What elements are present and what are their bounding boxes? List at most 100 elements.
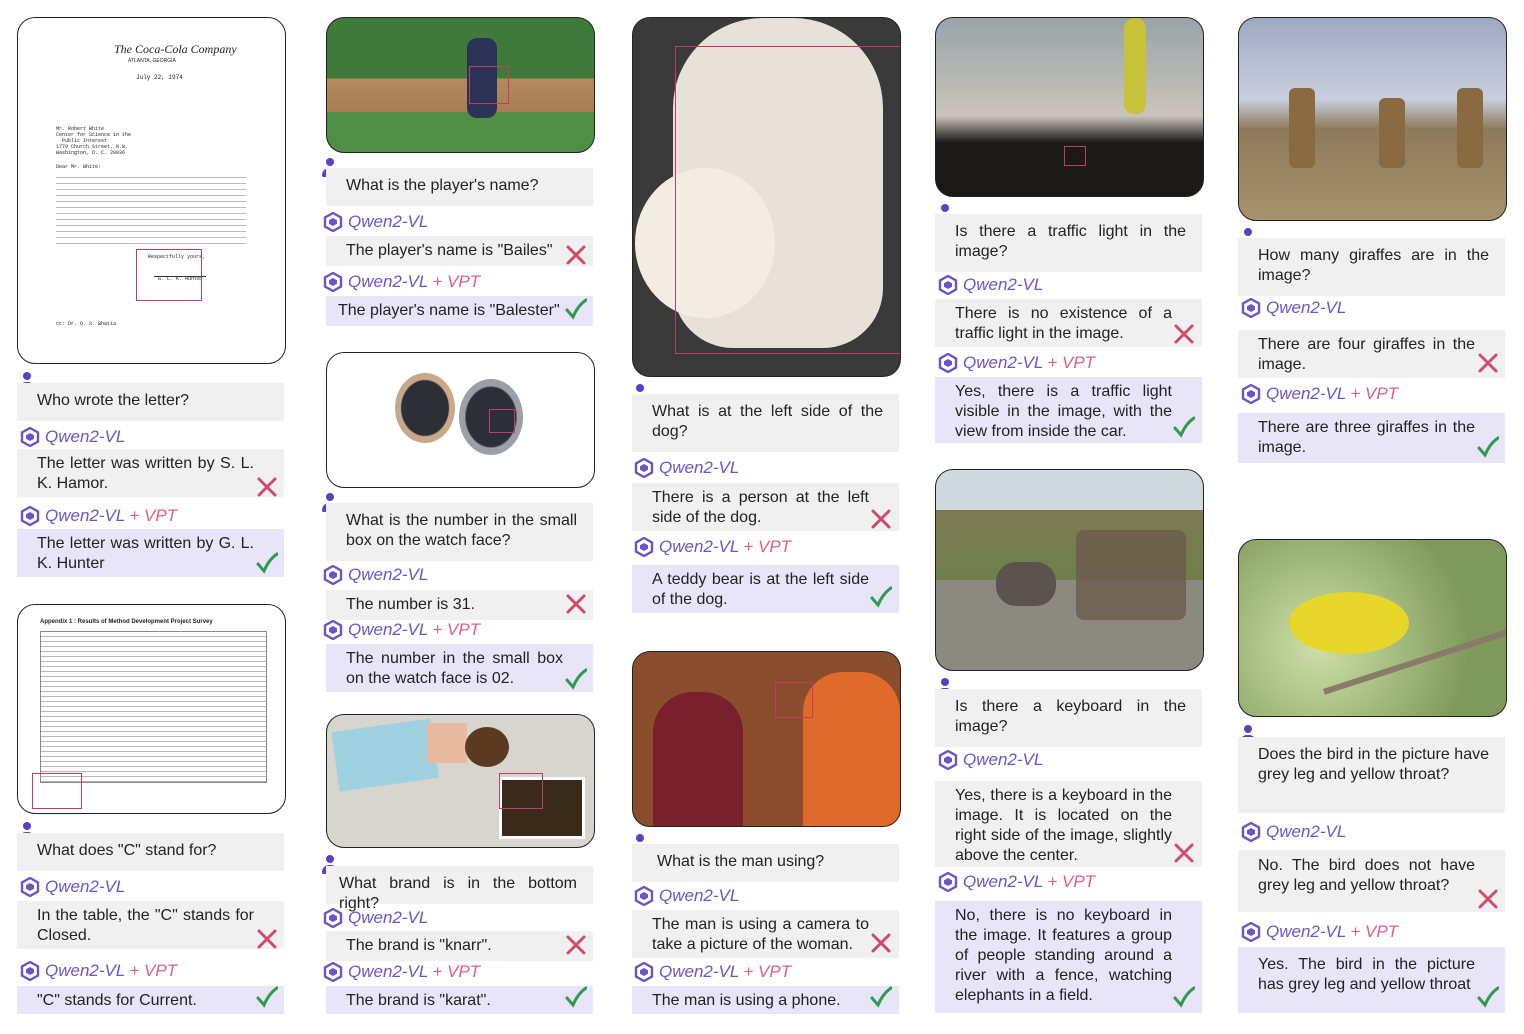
prompt-box [469, 66, 509, 104]
check-icon [256, 986, 278, 1008]
qwen-logo-icon [1241, 922, 1261, 942]
letter-salutation: Dear Mr. White: [56, 164, 102, 170]
baseline-answer: The number is 31. [326, 590, 593, 620]
qwen-logo-icon [323, 908, 343, 928]
qwen-logo-icon [323, 565, 343, 585]
model-label: Qwen2-VL [938, 275, 1043, 295]
model-name: Qwen2-VL [45, 506, 126, 525]
baseline-answer: There is no existence of a traffic light… [935, 299, 1202, 347]
model-name: Qwen2-VL [659, 962, 740, 981]
check-icon [870, 986, 892, 1008]
model-name: Qwen2-VL [963, 872, 1044, 891]
letter-cc: cc: Dr. O. S. Bhatia [56, 321, 117, 327]
baseline-answer: There is a person at the left side of th… [632, 483, 899, 531]
model-label: Qwen2-VL [323, 908, 428, 928]
model-name: Qwen2-VL [45, 427, 126, 446]
model-name: Qwen2-VL [348, 272, 429, 291]
vpt-answer: Yes. The bird in the picture has grey le… [1238, 947, 1505, 1013]
model-name: Qwen2-VL [659, 458, 740, 477]
model-label: Qwen2-VL [323, 212, 428, 232]
vpt-answer: "C" stands for Current. [17, 986, 284, 1014]
check-icon [565, 986, 587, 1008]
vpt-answer: The brand is "karat". [326, 986, 593, 1014]
letter-city: ATLANTA, GEORGIA [128, 58, 176, 64]
qwen-logo-icon [323, 962, 343, 982]
letter-address: Mr. Robert White Center for Science in t… [56, 126, 132, 156]
vpt-label: Qwen2-VL + VPT [634, 537, 791, 557]
question: Does the bird in the picture have grey l… [1238, 737, 1505, 813]
giraffes-image [1238, 17, 1507, 221]
qwen-logo-icon [20, 961, 40, 981]
vpt-answer: The number in the small box on the watch… [326, 644, 593, 692]
baseline-answer: The brand is "knarr". [326, 931, 593, 961]
qwen-logo-icon [1241, 822, 1261, 842]
prompt-box [32, 773, 82, 809]
hanging-ornament [1124, 18, 1146, 114]
question: Is there a keyboard in the image? [935, 689, 1202, 747]
vpt-suffix: + VPT [1350, 922, 1399, 941]
prompt-box [1064, 146, 1086, 166]
vpt-label: Qwen2-VL + VPT [938, 353, 1095, 373]
question: What is at the left side of the dog? [632, 394, 899, 452]
giraffe-2 [1379, 98, 1405, 168]
check-icon [870, 586, 892, 608]
question: What does "C" stand for? [17, 833, 284, 871]
baseline-answer: In the table, the "C" stands for Closed. [17, 901, 284, 949]
model-label: Qwen2-VL [20, 427, 125, 447]
letter-company: The Coca-Cola Company [114, 42, 237, 56]
qwen-logo-icon [634, 537, 654, 557]
letter-date: July 22, 1974 [136, 74, 183, 81]
qwen-logo-icon [20, 877, 40, 897]
check-icon [565, 668, 587, 690]
qwen-logo-icon [634, 962, 654, 982]
vpt-answer: A teddy bear is at the left side of the … [632, 565, 899, 613]
vpt-label: Qwen2-VL + VPT [938, 872, 1095, 892]
bird [1289, 592, 1409, 654]
model-name: Qwen2-VL [45, 877, 126, 896]
model-name: Qwen2-VL [659, 537, 740, 556]
model-name: Qwen2-VL [348, 620, 429, 639]
giraffe-1 [1289, 88, 1315, 168]
elephants-river-image [935, 469, 1204, 671]
cross-icon [256, 476, 278, 498]
baseline-answer: The letter was written by S. L. K. Hamor… [17, 449, 284, 497]
vpt-label: Qwen2-VL + VPT [323, 962, 480, 982]
cross-icon [1173, 323, 1195, 345]
qwen-logo-icon [323, 620, 343, 640]
model-name: Qwen2-VL [348, 908, 429, 927]
qwen-logo-icon [20, 506, 40, 526]
prompt-box [136, 249, 202, 301]
qwen-logo-icon [1241, 384, 1261, 404]
qwen-logo-icon [634, 458, 654, 478]
vpt-suffix: + VPT [432, 620, 481, 639]
baseline-answer: Yes, there is a keyboard in the image. I… [935, 781, 1202, 867]
vpt-answer: There are three giraffes in the image. [1238, 413, 1505, 463]
table-title: Appendix 1 : Results of Method Developme… [40, 619, 213, 625]
baseline-answer: No. The bird does not have grey leg and … [1238, 850, 1505, 912]
crowd [1076, 530, 1186, 620]
vpt-label: Qwen2-VL + VPT [1241, 384, 1398, 404]
model-name: Qwen2-VL [963, 353, 1044, 372]
woman [653, 692, 743, 826]
letter-image: The Coca-Cola Company ATLANTA, GEORGIA J… [17, 17, 286, 364]
cross-icon [565, 244, 587, 266]
cup [465, 727, 509, 767]
model-label: Qwen2-VL [634, 886, 739, 906]
vpt-suffix: + VPT [1350, 384, 1399, 403]
qwen-logo-icon [634, 886, 654, 906]
vpt-answer: Yes, there is a traffic light visible in… [935, 377, 1202, 443]
qwen-logo-icon [938, 275, 958, 295]
cross-icon [256, 928, 278, 950]
vpt-suffix: + VPT [432, 962, 481, 981]
baseball-image [326, 17, 595, 153]
baseline-answer: There are four giraffes in the image. [1238, 330, 1505, 378]
vpt-suffix: + VPT [743, 962, 792, 981]
vpt-suffix: + VPT [743, 537, 792, 556]
man [803, 672, 900, 826]
model-label: Qwen2-VL [938, 750, 1043, 770]
model-label: Qwen2-VL [634, 458, 739, 478]
qwen-logo-icon [938, 750, 958, 770]
model-name: Qwen2-VL [348, 962, 429, 981]
question: What is the man using? [632, 844, 899, 882]
vpt-label: Qwen2-VL + VPT [323, 272, 480, 292]
